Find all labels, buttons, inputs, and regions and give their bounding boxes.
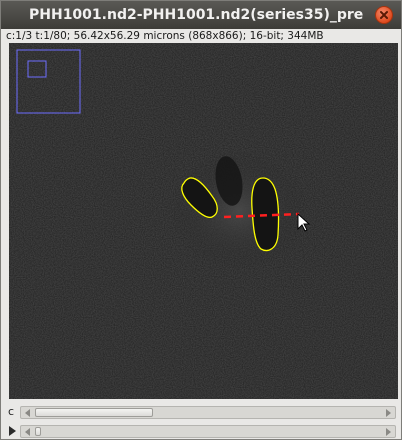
cell-halo [169,151,309,271]
image-info-text: c:1/3 t:1/80; 56.42x56.29 microns (868x8… [6,30,324,42]
window-title: PHH1001.nd2-PHH1001.nd2(series35)_pre [29,7,364,23]
time-scrollbar-row [1,422,401,440]
time-scroll-thumb[interactable] [35,427,41,436]
play-triangle-icon[interactable] [6,425,18,437]
close-button[interactable] [375,6,393,24]
image-canvas[interactable] [9,43,398,399]
channel-scrollbar-row: c [1,403,401,421]
right-arrow-icon[interactable] [382,427,394,437]
right-arrow-icon[interactable] [382,408,394,418]
title-bar[interactable]: PHH1001.nd2-PHH1001.nd2(series35)_pre [1,1,401,29]
channel-scroll-thumb[interactable] [35,408,153,417]
image-window: PHH1001.nd2-PHH1001.nd2(series35)_pre c:… [0,0,402,440]
channel-scrollbar[interactable] [20,406,396,419]
left-arrow-icon[interactable] [22,427,34,437]
channel-label: c [8,405,15,418]
time-scrollbar[interactable] [20,425,396,438]
close-x-icon [380,11,388,19]
left-arrow-icon[interactable] [22,408,34,418]
